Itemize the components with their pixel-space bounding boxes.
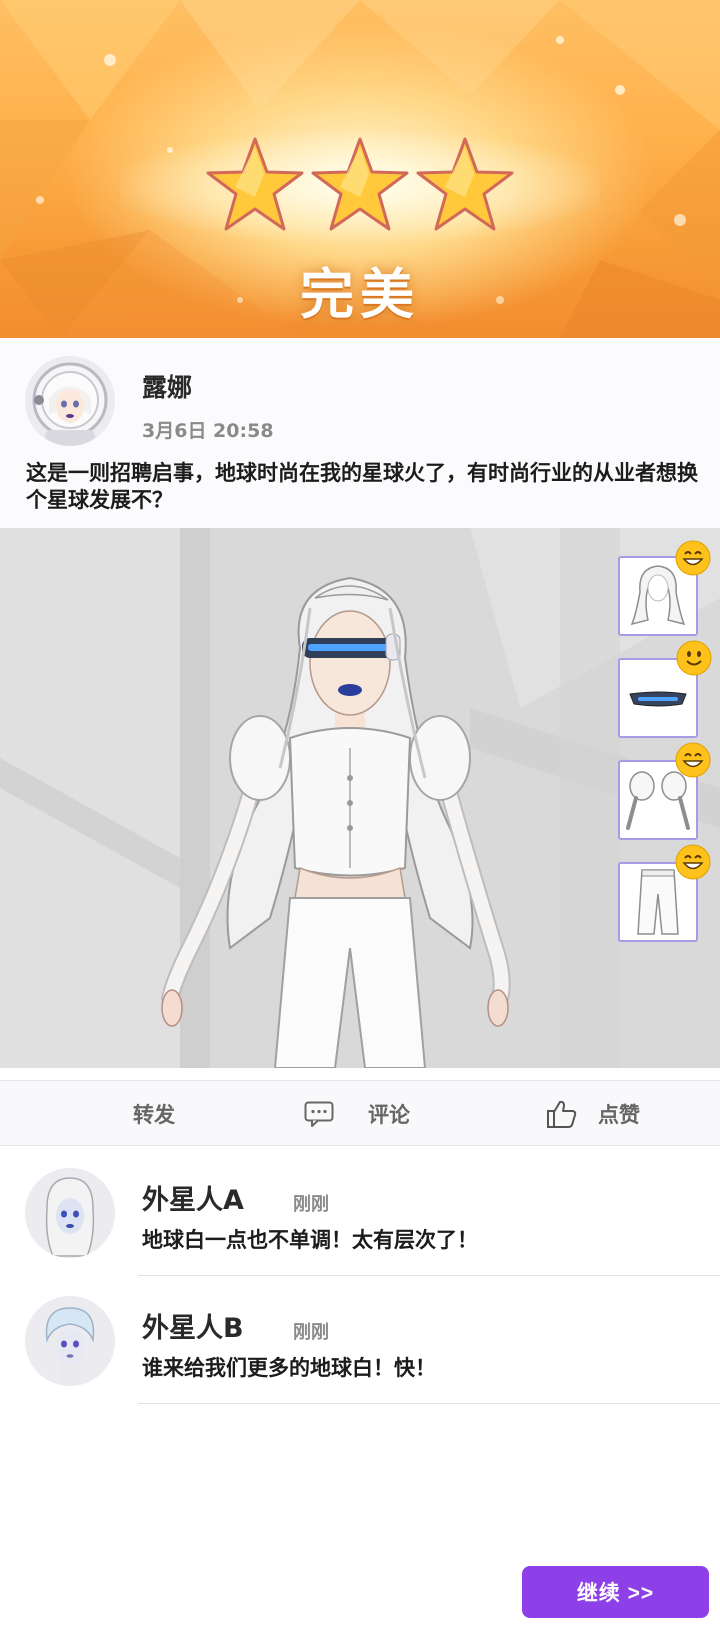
alien-a-avatar-icon (25, 1168, 115, 1258)
comment-item: 外星人A 刚刚 地球白一点也不单调！太有层次了！ (0, 1148, 720, 1276)
grin-smiley-icon (675, 540, 711, 576)
result-banner: 完美 (0, 0, 720, 338)
comment-label: 评论 (368, 1103, 410, 1127)
author-avatar[interactable] (25, 356, 115, 446)
grin-smiley-icon (675, 844, 711, 880)
star-icon (311, 137, 409, 231)
astronaut-avatar-icon (25, 356, 115, 446)
share-label: 转发 (133, 1103, 175, 1127)
comment-time: 刚刚 (293, 1322, 329, 1343)
commenter-name: 外星人A (142, 1185, 244, 1216)
star-rating (205, 135, 515, 235)
share-button[interactable]: 转发 (133, 1081, 175, 1147)
star-icon (206, 137, 304, 231)
divider (138, 1403, 720, 1404)
post-author-name: 露娜 (142, 373, 193, 402)
comment-button[interactable]: 评论 (304, 1081, 410, 1147)
post-body-text: 这是一则招聘启事，地球时尚在我的星球火了，有时尚行业的从业者想换个星球发展不？ (26, 461, 698, 512)
thumbs-up-icon (546, 1099, 578, 1129)
comment-time: 刚刚 (293, 1194, 329, 1215)
star-icon (416, 137, 514, 231)
alien-b-avatar-icon (25, 1296, 115, 1386)
rating-text: 完美 (300, 262, 420, 326)
grin-smiley-icon (675, 742, 711, 778)
like-button[interactable]: 点赞 (546, 1081, 640, 1147)
commenter-name: 外星人B (142, 1313, 244, 1344)
smile-smiley-icon (676, 640, 712, 676)
character-figure (161, 576, 511, 1068)
commenter-avatar[interactable] (25, 1168, 115, 1258)
post-action-bar: 转发 评论 点赞 (0, 1080, 720, 1146)
comment-item: 外星人B 刚刚 谁来给我们更多的地球白！快！ (0, 1276, 720, 1404)
post-timestamp: 3月6日 20:58 (142, 420, 274, 442)
comment-text: 地球白一点也不单调！太有层次了！ (142, 1228, 478, 1252)
like-label: 点赞 (598, 1103, 640, 1127)
comment-text: 谁来给我们更多的地球白！快！ (142, 1356, 436, 1380)
post-header: 露娜 3月6日 20:58 这是一则招聘启事，地球时尚在我的星球火了，有时尚行业… (0, 338, 720, 528)
comment-icon (304, 1101, 334, 1127)
commenter-avatar[interactable] (25, 1296, 115, 1386)
outfit-image (0, 528, 720, 1068)
continue-button[interactable]: 继续 >> (522, 1566, 709, 1618)
